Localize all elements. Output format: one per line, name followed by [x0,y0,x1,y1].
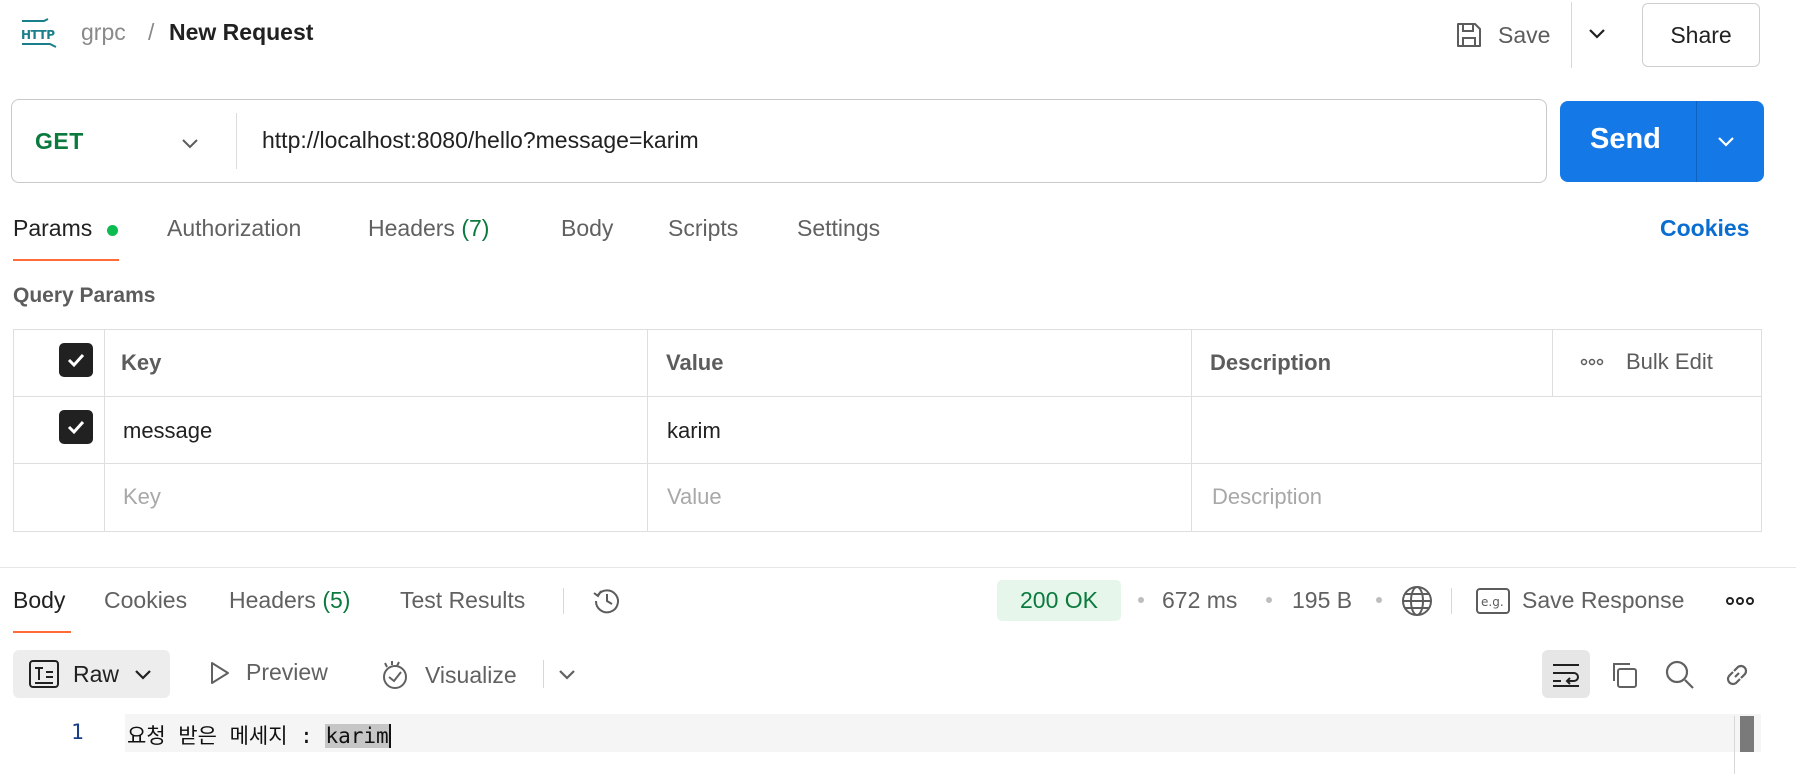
save-label: Save [1498,21,1551,48]
response-tab-cookies[interactable]: Cookies [104,587,187,614]
params-active-dot [107,225,118,236]
play-icon [206,660,232,686]
divider [1696,101,1697,182]
cookies-link[interactable]: Cookies [1660,215,1749,242]
param-key-cell[interactable]: message [123,418,212,444]
table-divider [1552,329,1553,396]
tab-active-underline [13,631,71,633]
http-icon: HTTP [20,18,58,48]
share-button[interactable]: Share [1642,3,1760,67]
chevron-down-icon[interactable] [1586,22,1608,44]
pane-divider[interactable] [0,567,1796,568]
table-divider [1191,329,1192,532]
response-tab-body[interactable]: Body [13,587,65,614]
response-size[interactable]: 195 B [1292,587,1352,614]
response-body-prefix: 요청 받은 메세지 : [127,724,326,748]
copy-icon[interactable] [1608,659,1640,691]
save-button[interactable]: Save [1454,10,1550,60]
new-value-input[interactable]: Value [667,484,722,510]
selected-text[interactable]: karim [325,724,391,748]
separator-dot [1266,597,1272,603]
table-divider [104,329,105,532]
column-header-key: Key [121,350,162,375]
preview-button[interactable]: Preview [206,659,328,686]
chevron-down-icon [133,664,153,684]
scrollbar-thumb[interactable] [1740,716,1754,752]
status-badge[interactable]: 200 OK [997,580,1121,621]
save-response-label: Save Response [1522,587,1685,613]
breadcrumb-collection[interactable]: grpc [81,19,126,45]
svg-text:HTTP: HTTP [21,28,55,42]
visualize-icon [379,659,411,691]
divider [1571,2,1572,68]
response-body-text[interactable]: 요청 받은 메세지 : karim [127,720,391,750]
separator-dot [1138,597,1144,603]
select-all-checkbox[interactable] [59,343,93,377]
method-select[interactable]: GET [35,128,84,155]
headers-count: (7) [461,215,490,241]
row-checkbox[interactable] [59,410,93,444]
bulk-edit-button[interactable]: Bulk Edit [1580,349,1713,375]
tab-headers-label: Headers [368,215,455,241]
table-divider [13,463,1762,464]
new-key-input[interactable]: Key [123,484,161,510]
separator-dot [1376,597,1382,603]
response-time[interactable]: 672 ms [1162,587,1237,614]
tab-settings[interactable]: Settings [797,215,880,242]
section-title: Query Params [13,284,156,307]
table-divider [13,396,1762,397]
tab-scripts[interactable]: Scripts [668,215,738,242]
check-icon [67,420,85,435]
table-divider [647,329,648,532]
tab-active-underline [13,259,119,261]
divider [236,113,237,169]
save-response-button[interactable]: e.g. Save Response [1476,587,1684,614]
visualize-label: Visualize [425,661,517,688]
search-icon[interactable] [1664,659,1696,691]
format-select[interactable]: Raw [13,650,170,698]
wrap-lines-button[interactable] [1542,650,1590,698]
url-input[interactable]: http://localhost:8080/hello?message=kari… [262,127,699,154]
svg-text:e.g.: e.g. [1481,595,1504,609]
response-tab-headers[interactable]: Headers (5) [229,587,350,614]
column-header-value: Value [666,350,724,375]
save-icon [1454,20,1484,50]
response-tab-test-results[interactable]: Test Results [400,587,525,614]
new-description-input[interactable]: Description [1212,484,1322,510]
divider [1451,588,1452,614]
chevron-down-icon[interactable] [557,664,577,684]
line-number: 1 [71,720,84,744]
globe-icon[interactable] [1400,584,1434,618]
check-icon [67,353,85,368]
bulk-edit-label: Bulk Edit [1626,349,1713,374]
column-header-description: Description [1210,350,1332,375]
send-label[interactable]: Send [1590,123,1661,156]
visualize-button[interactable]: Visualize [379,659,517,691]
param-value-cell[interactable]: karim [667,418,721,444]
tab-body[interactable]: Body [561,215,613,242]
tab-headers[interactable]: Headers (7) [368,215,489,242]
chevron-down-icon[interactable] [1716,131,1736,151]
wrap-lines-icon [1550,660,1582,688]
format-label: Raw [73,660,120,687]
divider [543,660,544,688]
response-headers-count: (5) [322,587,351,613]
more-options-icon[interactable] [1725,596,1755,606]
link-icon[interactable] [1721,659,1753,691]
response-headers-label: Headers [229,587,316,613]
param-description-cell[interactable] [1210,418,1740,444]
more-options-icon [1580,358,1604,366]
example-icon: e.g. [1476,587,1510,614]
tab-params[interactable]: Params [13,215,92,242]
tab-authorization[interactable]: Authorization [167,215,301,242]
preview-label: Preview [246,659,328,685]
breadcrumb-separator: / [148,19,155,45]
divider [563,588,564,614]
url-bar [11,99,1547,183]
raw-text-icon [29,660,59,688]
page-title[interactable]: New Request [169,19,313,45]
history-icon[interactable] [591,585,623,617]
chevron-down-icon[interactable] [180,133,200,153]
